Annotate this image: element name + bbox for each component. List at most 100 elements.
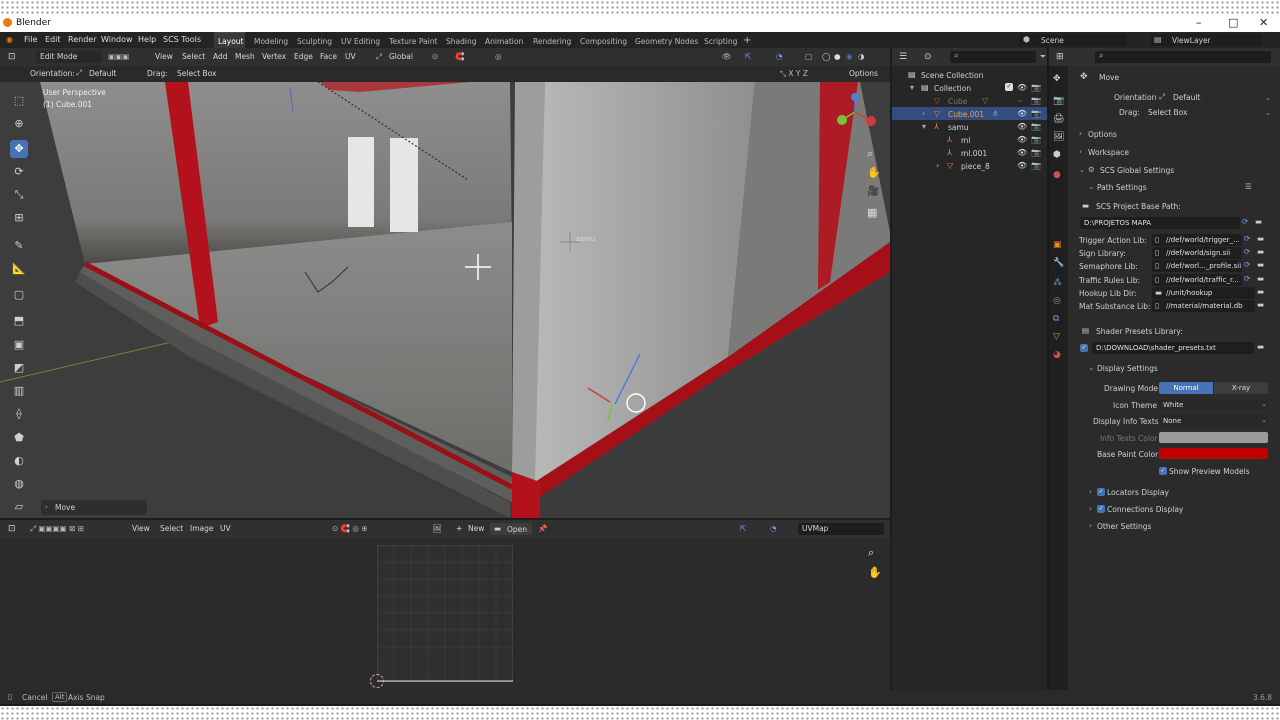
collapse-icon[interactable]: ›: [922, 109, 925, 118]
outliner-row-ml-001[interactable]: ⅄ ml.001 👁 📷: [892, 146, 1047, 159]
semaphore-lib-field[interactable]: //def/worl..._profile.sii: [1152, 260, 1242, 272]
extrude-icon[interactable]: ⬒: [10, 312, 28, 330]
render-camera-icon[interactable]: 📷: [1031, 148, 1041, 157]
viewlayer-selector[interactable]: ▤ ViewLayer: [1150, 34, 1262, 46]
uv-pan-hand-icon[interactable]: ✋: [868, 566, 882, 579]
browse-folder-icon[interactable]: ▬: [1257, 287, 1264, 296]
shading-solid-icon[interactable]: ●: [834, 52, 841, 61]
mat-substance-lib-field[interactable]: //material/material.db: [1152, 300, 1255, 312]
data-tab-icon[interactable]: ▽: [1053, 332, 1060, 342]
pivot-icon[interactable]: ⊙: [432, 52, 438, 61]
menu-render[interactable]: Render: [68, 35, 96, 44]
visibility-icon[interactable]: 👁: [722, 52, 732, 61]
shader-presets-field[interactable]: D:\DOWNLOAD\shader_presets.txt: [1092, 342, 1254, 354]
expand-icon[interactable]: ▾: [910, 83, 914, 92]
add-workspace-icon[interactable]: +: [743, 35, 751, 46]
vp-menu-face[interactable]: Face: [320, 52, 337, 61]
traffic-rules-lib-field[interactable]: //def/world/traffic_r...: [1152, 274, 1242, 286]
overlay-toggle-icon[interactable]: ◔: [776, 52, 783, 61]
scale-icon[interactable]: ⤡: [10, 186, 28, 204]
render-camera-icon[interactable]: 📷: [1031, 83, 1041, 92]
menu-file[interactable]: File: [24, 35, 37, 44]
close-icon[interactable]: ✕: [1259, 16, 1268, 29]
uv-menu-select[interactable]: Select: [160, 524, 183, 533]
tab-layout[interactable]: Layout: [218, 37, 244, 46]
visibility-eye-icon[interactable]: 👁: [1017, 148, 1027, 157]
vp-menu-uv[interactable]: UV: [345, 52, 356, 61]
path-settings-panel[interactable]: Path Settings: [1097, 183, 1147, 192]
outliner-search-input[interactable]: ⌕: [950, 51, 1036, 63]
visibility-eye-icon[interactable]: 👁: [1017, 161, 1027, 170]
zoom-icon[interactable]: ⌕: [867, 147, 873, 161]
pan-hand-icon[interactable]: ✋: [867, 166, 881, 179]
outliner-row-cube-001[interactable]: › ▽ Cube.001 ⋔ 👁 📷: [892, 107, 1047, 120]
shading-material-icon[interactable]: ◉: [846, 52, 853, 61]
reload-icon[interactable]: ⟳: [1242, 217, 1248, 226]
new-image-button[interactable]: New: [468, 524, 484, 533]
workspace-panel[interactable]: Workspace: [1088, 148, 1129, 157]
drawing-mode-normal[interactable]: Normal: [1159, 382, 1213, 394]
visibility-eye-icon[interactable]: 👁: [1017, 122, 1027, 131]
list-icon[interactable]: ☰: [1245, 182, 1252, 191]
uv-zoom-icon[interactable]: ⌕: [868, 546, 874, 560]
loop-cut-icon[interactable]: ▥: [10, 382, 28, 400]
drag-value[interactable]: Select Box: [1148, 108, 1187, 117]
measure-icon[interactable]: 📐: [10, 260, 28, 278]
vp-menu-select[interactable]: Select: [182, 52, 205, 61]
visibility-eye-icon[interactable]: 👁: [1017, 83, 1027, 92]
menu-window[interactable]: Window: [101, 35, 133, 44]
scene-selector[interactable]: ⬢ Scene: [1019, 34, 1127, 46]
outliner-type-icon[interactable]: ☰: [899, 52, 907, 62]
vp-menu-vertex[interactable]: Vertex: [262, 52, 286, 61]
uv-gizmo-icon[interactable]: ⇱: [740, 524, 746, 533]
outliner-row-scene-collection[interactable]: ▤ Scene Collection: [892, 68, 1047, 81]
browse-folder-icon[interactable]: ▬: [1255, 217, 1262, 226]
tab-scripting[interactable]: Scripting: [704, 37, 737, 46]
connections-display-checkbox[interactable]: ✓: [1097, 505, 1105, 513]
uv-menu-uv[interactable]: UV: [220, 524, 231, 533]
annotate-icon[interactable]: ✎: [10, 237, 28, 255]
blender-menu-icon[interactable]: ◉: [6, 35, 13, 44]
vp-menu-mesh[interactable]: Mesh: [235, 52, 255, 61]
rotate-icon[interactable]: ⟳: [10, 163, 28, 181]
tab-shading[interactable]: Shading: [446, 37, 476, 46]
uvmap-selector[interactable]: UVMap: [798, 523, 884, 535]
uv-editor[interactable]: ⊡ ⤢ ▣▣▣▣ ⊠ ⊞ View Select Image UV ⊙ 🧲 ◎ …: [0, 520, 890, 690]
transform-orientation[interactable]: Global: [389, 52, 413, 61]
physics-tab-icon[interactable]: ◎: [1053, 296, 1061, 306]
connections-display-panel[interactable]: Connections Display: [1107, 505, 1183, 514]
outliner-row-collection[interactable]: ▾ ▤ Collection ✓ 👁 📷: [892, 81, 1047, 94]
inset-icon[interactable]: ▣: [10, 336, 28, 354]
drag-value[interactable]: Select Box: [177, 69, 216, 78]
collection-checkbox[interactable]: ✓: [1005, 83, 1013, 91]
shading-rendered-icon[interactable]: ◑: [858, 52, 865, 61]
cursor-icon[interactable]: ⊕: [10, 115, 28, 133]
base-paint-color-swatch[interactable]: [1159, 448, 1268, 459]
uv-menu-view[interactable]: View: [132, 524, 150, 533]
tab-modeling[interactable]: Modeling: [254, 37, 288, 46]
outliner-row-ml[interactable]: ⅄ ml 👁 📷: [892, 133, 1047, 146]
show-preview-checkbox[interactable]: ✓: [1159, 467, 1167, 475]
tool-tab-icon[interactable]: ✥: [1053, 74, 1061, 84]
view-layer-tab-icon[interactable]: 🖼: [1053, 132, 1064, 142]
material-tab-icon[interactable]: ◕: [1053, 350, 1061, 360]
smooth-icon[interactable]: ◍: [10, 475, 28, 493]
sign-library-field[interactable]: //def/world/sign.sii: [1152, 247, 1242, 259]
scs-global-settings-panel[interactable]: SCS Global Settings: [1100, 166, 1174, 175]
render-camera-icon[interactable]: 📷: [1031, 96, 1041, 105]
axis-lock-icons[interactable]: ⤡ X Y Z: [780, 69, 808, 79]
shader-presets-checkbox[interactable]: ✓: [1080, 344, 1088, 352]
reload-icon[interactable]: ⟳: [1244, 260, 1250, 269]
browse-folder-icon[interactable]: ▬: [1257, 274, 1264, 283]
browse-folder-icon[interactable]: ▬: [1257, 260, 1264, 269]
display-mode-icon[interactable]: ⊙: [924, 52, 932, 62]
visibility-eye-icon[interactable]: 👁: [1017, 109, 1027, 118]
reload-icon[interactable]: ⟳: [1244, 274, 1250, 283]
world-tab-icon[interactable]: ●: [1053, 170, 1061, 180]
select-mode-icons[interactable]: ▣▣▣: [108, 52, 129, 61]
menu-help[interactable]: Help: [138, 35, 156, 44]
tab-sculpting[interactable]: Sculpting: [297, 37, 332, 46]
properties-type-icon[interactable]: ⊞: [1056, 52, 1064, 62]
shear-icon[interactable]: ▱: [10, 498, 28, 516]
grid-view-icon[interactable]: ▦: [867, 206, 877, 219]
